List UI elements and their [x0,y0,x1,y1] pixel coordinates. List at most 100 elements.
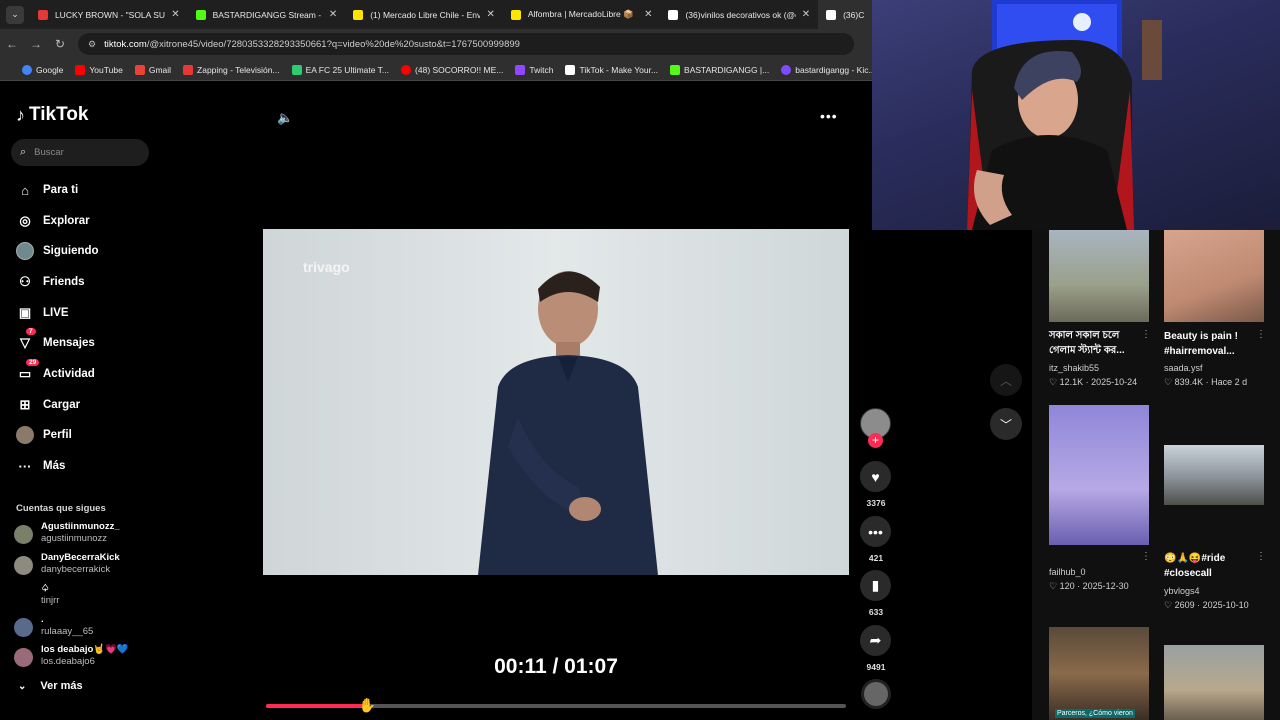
site-info-icon[interactable]: ⚙ [88,39,96,50]
webcam-streamer-image [967,0,1162,230]
nav-explorar[interactable]: ◎ Explorar [16,212,89,230]
bookmark-kick[interactable]: BASTARDIGANGG |... [670,64,770,75]
video-thumbnail[interactable]: Parceros, ¿Cómo vieron [1049,627,1149,720]
heart-icon[interactable]: ♥ [860,461,891,492]
google-icon [22,64,32,75]
save-action[interactable]: ▮ 633 [860,570,892,617]
tab-favicon-icon [668,9,679,20]
nav-live[interactable]: ▣ LIVE [16,304,69,322]
bookmark-twitch[interactable]: Twitch [515,64,553,75]
video-author[interactable]: itz_shakib55 [1049,363,1099,373]
bookmark-google[interactable]: Google [22,64,63,75]
following-account[interactable]: . rulaaay__65 [14,614,93,638]
browser-tab[interactable]: (1) Mercado Libre Chile - Envío ✕ [345,0,503,29]
share-icon[interactable]: ➦ [860,625,891,656]
share-action[interactable]: ➦ 9491 [860,625,892,672]
previous-video-button[interactable]: ︿ [990,364,1022,396]
video-author[interactable]: failhub_0 [1049,567,1086,577]
more-dots-icon: ··· [18,458,32,474]
search-input[interactable] [34,147,135,158]
nav-label: Para ti [43,184,79,196]
nav-label: Actividad [43,368,95,380]
avatar [14,648,33,667]
bookmark-kick-2[interactable]: bastardigangg - Kic... [781,64,876,75]
tab-title: LUCKY BROWN - "SOLA SUELTA [54,9,166,20]
tab-close-icon[interactable]: ✕ [486,9,494,20]
volume-icon[interactable]: 🔈 [277,110,293,126]
bookmark-zapping[interactable]: Zapping - Televisión... [183,64,280,75]
video-author[interactable]: saada.ysf [1164,363,1203,373]
browser-tab[interactable]: Alfombra | MercadoLibre 📦 ✕ [503,0,661,29]
bookmark-socorro[interactable]: (48) SOCORRO!! ME... [401,64,503,75]
following-account[interactable]: DanyBecerraKick danybecerrakick [14,552,120,576]
bookmark-youtube[interactable]: YouTube [75,64,123,75]
nav-perfil[interactable]: Perfil [16,426,72,444]
next-video-button[interactable]: ﹀ [990,408,1022,440]
nav-cargar[interactable]: ⊞ Cargar [16,396,81,414]
following-account[interactable]: los deabajo🤘💗💙 los.deabajo6 [14,644,129,668]
bookmark-tiktok[interactable]: TikTok - Make Your... [565,64,659,75]
nav-friends[interactable]: ⚇ Friends [16,273,84,291]
browser-tab-active[interactable]: (36)Com [818,0,872,29]
nav-mas[interactable]: ··· Más [16,457,66,475]
following-account[interactable]: ♤ tinjrr [14,583,59,607]
bookmark-label: BASTARDIGANGG |... [684,64,770,75]
follow-plus-button[interactable]: + [868,433,883,448]
like-action[interactable]: ♥ 3376 [860,461,892,508]
kebab-icon[interactable]: ⋮ [1256,329,1266,340]
bookmark-icon[interactable]: ▮ [860,570,891,601]
tab-close-icon[interactable]: ✕ [644,9,652,20]
video-thumbnail[interactable] [1164,230,1264,322]
following-account[interactable]: Agustiinmunozz_ agustiinmunozz [14,521,120,545]
nav-mensajes[interactable]: ▽ 7 Mensajes [16,328,95,352]
browser-tab[interactable]: BASTARDIGANGG Stream - Wa ✕ [188,0,346,29]
back-icon[interactable]: ← [0,37,24,51]
bookmark-gmail[interactable]: Gmail [134,64,171,75]
video-caption[interactable]: Beauty is pain ! #hairremoval... [1164,329,1256,359]
progress-bar[interactable]: ✋ [266,697,846,713]
search-icon[interactable]: ⌕ [20,146,26,159]
video-caption[interactable]: সকাল সকাল চলে গেলাম স্ট্যান্ট কর... [1049,328,1141,358]
tab-close-icon[interactable]: ✕ [171,9,179,20]
tiktok-logo[interactable]: ♪ TikTok [16,104,88,126]
comment-icon[interactable]: ••• [860,516,891,547]
kebab-icon[interactable]: ⋮ [1141,551,1151,562]
music-disc-avatar[interactable] [861,679,891,709]
kebab-icon[interactable]: ⋮ [1256,551,1266,562]
bookmark-eafc[interactable]: EA FC 25 Ultimate T... [291,64,389,75]
search-box[interactable]: ⌕ [11,139,149,166]
url-field[interactable]: ⚙ tiktok.com/@xitrone45/video/7280353328… [78,33,854,55]
tab-close-icon[interactable]: ✕ [802,9,810,20]
reload-icon[interactable]: ↻ [48,37,72,51]
video-thumbnail[interactable] [1049,405,1149,545]
bookmark-label: Zapping - Televisión... [197,64,280,75]
kebab-icon[interactable]: ⋮ [1141,329,1151,340]
activity-icon: ▭ 29 [16,359,40,383]
bookmark-label: TikTok - Make Your... [579,64,659,75]
apps-grid-icon[interactable] [8,65,10,75]
kick-icon [781,64,792,75]
see-more-button[interactable]: ⌄ Ver más [18,680,83,692]
forward-icon[interactable]: → [24,37,48,51]
tab-search-button[interactable]: ⌄ [6,5,24,24]
sidebar: ♪ TikTok ⌕ ⌂Para ti ◎Explorar Siguiendo … [0,84,160,720]
progress-hand-cursor-icon[interactable]: ✋ [359,697,376,714]
video-thumbnail[interactable] [1049,230,1149,322]
account-handle: tinjrr [41,595,60,606]
video-author[interactable]: ybvlogs4 [1164,586,1200,596]
tab-close-icon[interactable]: ✕ [329,9,337,20]
account-handle: agustiinmunozz [41,533,108,544]
nav-siguiendo[interactable]: Siguiendo [16,242,99,260]
video-player[interactable]: trivago [263,229,849,575]
comment-action[interactable]: ••• 421 [860,516,892,563]
browser-tab[interactable]: LUCKY BROWN - "SOLA SUELTA ✕ [30,0,188,29]
video-thumbnail[interactable] [1164,445,1264,505]
nav-para-ti[interactable]: ⌂ Para ti [16,181,78,199]
nav-actividad[interactable]: ▭ 29 Actividad [16,359,95,383]
browser-tab[interactable]: (36)vinilos decorativos ok (@ok ✕ [660,0,818,29]
more-options-icon[interactable]: ••• [820,108,838,124]
video-caption[interactable]: 😳🙏😝#ride #closecall [1164,551,1256,581]
youtube-icon [401,64,412,75]
avatar [14,587,33,606]
video-thumbnail[interactable] [1164,645,1264,720]
